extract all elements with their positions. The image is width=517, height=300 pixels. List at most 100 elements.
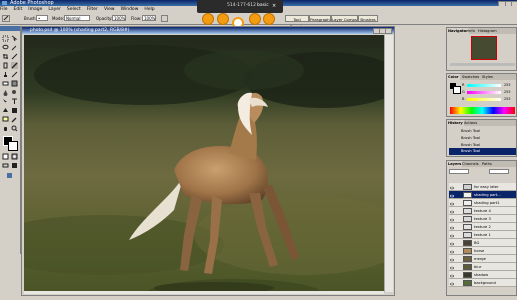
eye-icon[interactable] (449, 273, 455, 278)
eye-icon[interactable] (449, 265, 455, 270)
navigator-panel: Navigator Info Histogram (446, 27, 517, 71)
layer-row[interactable]: texture 1 (449, 231, 516, 239)
image-canvas[interactable] (24, 35, 384, 292)
zoom-slider[interactable] (450, 63, 515, 66)
tab-paragraph[interactable]: Paragraph (309, 15, 331, 22)
layer-row[interactable]: shadow (449, 271, 516, 279)
tab-brushes[interactable]: Brushes (358, 15, 378, 22)
channel-r-value[interactable]: 255 (504, 83, 510, 87)
layer-row[interactable]: for easy later (449, 183, 516, 191)
eye-icon[interactable] (449, 201, 455, 206)
flow-field[interactable]: 100% (142, 15, 156, 21)
eye-icon[interactable] (449, 249, 455, 254)
mode-select[interactable]: Normal (64, 15, 90, 21)
layer-row[interactable]: horse (449, 247, 516, 255)
tools-button[interactable] (202, 13, 214, 25)
document-window: photo.psd @ 100% (shading part2, RGB/8#) (21, 26, 395, 296)
notes-tool-icon[interactable] (2, 116, 9, 123)
marquee-tool-icon[interactable] (2, 35, 9, 42)
close-icon[interactable]: × (272, 3, 276, 9)
brush-tool-icon[interactable] (11, 62, 18, 69)
jump-to-imageready-icon[interactable] (6, 172, 13, 179)
hand-tool-icon[interactable] (2, 125, 9, 132)
slice-tool-icon[interactable] (11, 53, 18, 60)
eye-icon[interactable] (449, 281, 455, 286)
chat-button[interactable] (217, 13, 229, 25)
eye-icon[interactable] (449, 233, 455, 238)
layer-row[interactable]: blur (449, 263, 516, 271)
shape-tool-icon[interactable] (11, 107, 18, 114)
eye-icon[interactable] (449, 225, 455, 230)
opacity-field[interactable]: 100% (112, 15, 126, 21)
magic-wand-icon[interactable] (11, 44, 18, 51)
horse-painting (24, 35, 384, 292)
doc-close-button[interactable] (385, 28, 392, 34)
tab-swatches[interactable]: Swatches (461, 74, 480, 80)
layer-row[interactable]: BG (449, 239, 516, 247)
tab-layers[interactable]: Layers (447, 161, 463, 167)
layer-row[interactable]: texture 4 (449, 207, 516, 215)
crop-tool-icon[interactable] (2, 53, 9, 60)
move-tool-icon[interactable] (11, 35, 18, 42)
healing-brush-icon[interactable] (2, 62, 9, 69)
clone-stamp-icon[interactable] (2, 71, 9, 78)
type-tool-icon[interactable] (11, 98, 18, 105)
tab-styles[interactable]: Styles (481, 74, 494, 80)
layer-row[interactable]: texture 3 (449, 215, 516, 223)
channel-b-slider[interactable] (467, 98, 501, 101)
layer-row[interactable]: background (449, 279, 516, 287)
pen-tool-icon[interactable] (2, 107, 9, 114)
gradient-tool-icon[interactable] (11, 80, 18, 87)
layer-row[interactable]: shading part1 (449, 199, 516, 207)
layer-opacity-field[interactable] (489, 169, 509, 174)
fullscreen-mode-icon[interactable] (11, 162, 18, 169)
blur-tool-icon[interactable] (2, 89, 9, 96)
eye-icon[interactable] (449, 185, 455, 190)
channel-g-value[interactable]: 255 (504, 90, 510, 94)
tab-color[interactable]: Color (447, 74, 460, 80)
eyedropper-icon[interactable] (11, 116, 18, 123)
layer-row[interactable]: texture 2 (449, 223, 516, 231)
dodge-tool-icon[interactable] (11, 89, 18, 96)
lasso-tool-icon[interactable] (2, 44, 9, 51)
channel-r-slider[interactable] (467, 84, 501, 87)
quick-mask-icon[interactable] (11, 153, 18, 160)
eye-icon[interactable] (449, 257, 455, 262)
horizontal-scrollbar[interactable] (24, 291, 384, 294)
eye-icon[interactable] (449, 217, 455, 222)
eraser-tool-icon[interactable] (2, 80, 9, 87)
eye-icon[interactable] (449, 241, 455, 246)
history-item-selected[interactable]: Brush Tool (449, 148, 516, 155)
bg-color-chip[interactable] (453, 86, 461, 94)
brush-tool-icon[interactable] (2, 15, 10, 22)
history-brush-icon[interactable] (11, 71, 18, 78)
navigator-thumbnail[interactable] (471, 36, 497, 60)
blend-mode-select[interactable] (449, 169, 469, 174)
user-button[interactable] (249, 13, 261, 25)
airbrush-icon[interactable] (161, 15, 168, 22)
tab-info[interactable]: Info (467, 28, 476, 34)
eye-icon[interactable] (449, 193, 455, 198)
screen-mode-icon[interactable] (2, 162, 9, 169)
brush-picker[interactable]: • (36, 15, 48, 21)
eye-icon[interactable] (449, 209, 455, 214)
zoom-tool-icon[interactable] (11, 125, 18, 132)
standard-mode-icon[interactable] (2, 153, 9, 160)
path-selection-icon[interactable] (2, 98, 9, 105)
tab-tool-presets[interactable]: Tool Presets (285, 15, 309, 29)
background-color-swatch[interactable] (8, 141, 18, 151)
tab-history[interactable]: History (447, 120, 464, 126)
vertical-scrollbar[interactable] (384, 35, 393, 292)
tab-layer-comps[interactable]: Layer Comps (331, 15, 358, 22)
tab-histogram[interactable]: Histogram (477, 28, 498, 34)
more-button[interactable] (263, 13, 275, 25)
channel-b-value[interactable]: 255 (504, 97, 510, 101)
color-ramp[interactable] (450, 107, 515, 114)
tab-channels[interactable]: Channels (461, 161, 480, 167)
tab-navigator[interactable]: Navigator (447, 28, 469, 34)
layer-row[interactable]: merge (449, 255, 516, 263)
tab-paths[interactable]: Paths (481, 161, 493, 167)
layer-row-selected[interactable]: shading part... (449, 191, 516, 199)
channel-g-slider[interactable] (467, 91, 501, 94)
tab-actions[interactable]: Actions (463, 120, 478, 126)
